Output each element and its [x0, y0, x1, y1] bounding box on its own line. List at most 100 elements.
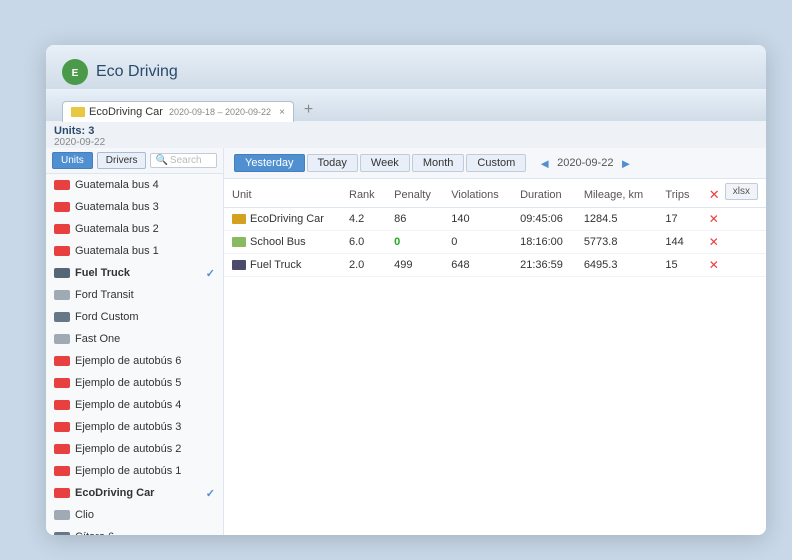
sidebar-item-label: Ejemplo de autobús 1	[75, 465, 215, 477]
sidebar-item-label: Ejemplo de autobús 6	[75, 355, 215, 367]
sidebar-item[interactable]: Guatemala bus 2	[46, 218, 223, 240]
period-buttons: YesterdayTodayWeekMonthCustom	[234, 154, 526, 172]
vehicle-icon	[54, 312, 70, 322]
next-date-button[interactable]: ►	[617, 156, 634, 171]
cell-xlsx-space	[730, 254, 766, 277]
cell-mileage: 6495.3	[576, 254, 658, 277]
sidebar-item[interactable]: Cítaro 6	[46, 526, 223, 535]
table-body: EcoDriving Car4.28614009:45:061284.517✕S…	[224, 208, 766, 277]
period-btn-today[interactable]: Today	[307, 154, 358, 172]
vehicle-icon	[54, 202, 70, 212]
cell-delete[interactable]: ✕	[701, 254, 730, 277]
sidebar-item[interactable]: EcoDriving Car ✓	[46, 482, 223, 504]
sidebar-item[interactable]: Guatemala bus 4	[46, 174, 223, 196]
tab-bar: EcoDriving Car 2020-09-18 – 2020-09-22 ×…	[46, 89, 766, 121]
vehicle-icon	[54, 532, 70, 535]
cell-rank: 4.2	[341, 208, 386, 231]
prev-date-button[interactable]: ◄	[536, 156, 553, 171]
sidebar-item[interactable]: Ejemplo de autobús 5	[46, 372, 223, 394]
drivers-tab-button[interactable]: Drivers	[97, 152, 147, 169]
cell-trips: 17	[657, 208, 700, 231]
period-btn-month[interactable]: Month	[412, 154, 465, 172]
sidebar-item[interactable]: Guatemala bus 1	[46, 240, 223, 262]
sidebar-item[interactable]: Ejemplo de autobús 4	[46, 394, 223, 416]
vehicle-icon	[54, 246, 70, 256]
units-count-label: Units: 3	[54, 125, 758, 137]
cell-penalty: 0	[386, 231, 443, 254]
sidebar-item[interactable]: Ejemplo de autobús 3	[46, 416, 223, 438]
sidebar-list: Guatemala bus 4Guatemala bus 3Guatemala …	[46, 174, 223, 535]
table-row: School Bus6.00018:16:005773.8144✕	[224, 231, 766, 254]
units-header: Units: 3 2020-09-22	[46, 121, 766, 148]
delete-row-icon[interactable]: ✕	[709, 258, 719, 272]
cell-penalty: 86	[386, 208, 443, 231]
cell-duration: 18:16:00	[512, 231, 576, 254]
main-tab[interactable]: EcoDriving Car 2020-09-18 – 2020-09-22 ×	[62, 101, 294, 122]
sidebar-item[interactable]: Fuel Truck✓	[46, 262, 223, 284]
period-btn-yesterday[interactable]: Yesterday	[234, 154, 305, 172]
vehicle-icon	[54, 444, 70, 454]
sidebar-item[interactable]: Ejemplo de autobús 1	[46, 460, 223, 482]
main-panel: YesterdayTodayWeekMonthCustom ◄ 2020-09-…	[224, 148, 766, 535]
tab-label: EcoDriving Car	[89, 106, 163, 118]
main-window: E Eco Driving EcoDriving Car 2020-09-18 …	[46, 45, 766, 535]
cell-duration: 21:36:59	[512, 254, 576, 277]
sidebar-item-label: Ford Transit	[75, 289, 215, 301]
cell-unit: Fuel Truck	[224, 254, 341, 277]
col-header-rank: Rank	[341, 183, 386, 208]
cell-violations: 0	[443, 231, 512, 254]
tab-close-button[interactable]: ×	[279, 107, 285, 118]
sidebar-item[interactable]: Ford Transit	[46, 284, 223, 306]
cell-trips: 144	[657, 231, 700, 254]
col-header-unit: Unit	[224, 183, 341, 208]
cell-rank: 6.0	[341, 231, 386, 254]
period-btn-custom[interactable]: Custom	[466, 154, 526, 172]
content-area: Units Drivers 🔍 Search Guatemala bus 4Gu…	[46, 148, 766, 535]
tab-add-button[interactable]: +	[298, 99, 319, 121]
units-tab-button[interactable]: Units	[52, 152, 93, 169]
cell-unit: EcoDriving Car	[224, 208, 341, 231]
delete-row-icon[interactable]: ✕	[709, 212, 719, 226]
cell-delete[interactable]: ✕	[701, 231, 730, 254]
cell-violations: 648	[443, 254, 512, 277]
sidebar-item[interactable]: Ejemplo de autobús 6	[46, 350, 223, 372]
sidebar-item-label: Ejemplo de autobús 4	[75, 399, 215, 411]
col-header-penalty: Penalty	[386, 183, 443, 208]
sidebar-item-label: EcoDriving Car	[75, 487, 201, 499]
vehicle-icon	[54, 180, 70, 190]
delete-all-icon[interactable]: ✕	[709, 187, 720, 202]
vehicle-icon	[54, 224, 70, 234]
cell-xlsx-space	[730, 231, 766, 254]
sidebar-item[interactable]: Ford Custom	[46, 306, 223, 328]
cell-duration: 09:45:06	[512, 208, 576, 231]
row-vehicle-icon	[232, 260, 246, 270]
sidebar-item[interactable]: Clio	[46, 504, 223, 526]
xlsx-export-button[interactable]: xlsx	[725, 183, 758, 200]
delete-row-icon[interactable]: ✕	[709, 235, 719, 249]
header-row: UnitRankPenaltyViolationsDurationMileage…	[224, 183, 766, 208]
cell-rank: 2.0	[341, 254, 386, 277]
period-btn-week[interactable]: Week	[360, 154, 410, 172]
cell-delete[interactable]: ✕	[701, 208, 730, 231]
tab-icon	[71, 107, 85, 117]
search-icon: 🔍	[155, 155, 167, 166]
data-table: UnitRankPenaltyViolationsDurationMileage…	[224, 183, 766, 277]
app-title: Eco Driving	[96, 63, 178, 81]
vehicle-icon	[54, 334, 70, 344]
selected-check-icon: ✓	[206, 487, 215, 500]
table-row: EcoDriving Car4.28614009:45:061284.517✕	[224, 208, 766, 231]
cell-unit: School Bus	[224, 231, 341, 254]
sidebar-item[interactable]: Fast One	[46, 328, 223, 350]
cell-violations: 140	[443, 208, 512, 231]
sidebar-item[interactable]: Guatemala bus 3	[46, 196, 223, 218]
table-header: UnitRankPenaltyViolationsDurationMileage…	[224, 183, 766, 208]
date-nav: ◄ 2020-09-22 ►	[536, 156, 634, 171]
row-vehicle-icon	[232, 237, 246, 247]
units-date-label: 2020-09-22	[54, 137, 758, 148]
sidebar-item-label: Fuel Truck	[75, 267, 201, 279]
sidebar-item[interactable]: Ejemplo de autobús 2	[46, 438, 223, 460]
sidebar-item-label: Ejemplo de autobús 2	[75, 443, 215, 455]
vehicle-icon	[54, 378, 70, 388]
vehicle-icon	[54, 268, 70, 278]
search-box[interactable]: 🔍 Search	[150, 153, 217, 168]
